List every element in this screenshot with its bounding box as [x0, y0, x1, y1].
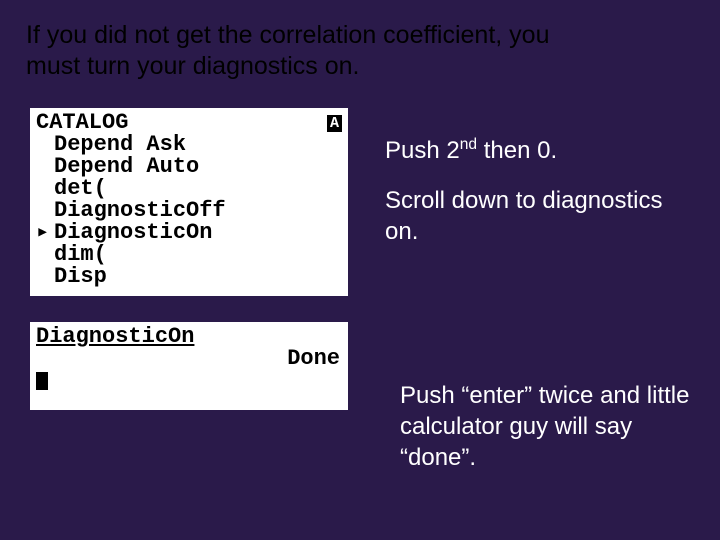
instruction-step-2: Scroll down to diagnostics on.	[385, 185, 695, 247]
instruction-step-1: Push 2nd then 0.	[385, 135, 695, 166]
catalog-item: Depend Auto	[54, 156, 199, 178]
calc-screen-catalog: CATALOG A Depend Ask Depend Auto det( Di…	[30, 108, 348, 296]
result-command: DiagnosticOn	[36, 326, 342, 348]
catalog-item: Depend Ask	[54, 134, 186, 156]
instruction-step-3: Push “enter” twice and little calculator…	[400, 380, 700, 474]
instr1-pre: Push 2	[385, 137, 460, 164]
catalog-item-selected: DiagnosticOn	[54, 222, 212, 244]
catalog-item: dim(	[54, 244, 107, 266]
catalog-item: det(	[54, 178, 107, 200]
instr1-sup: nd	[460, 136, 477, 153]
catalog-header: CATALOG	[36, 112, 128, 134]
cursor-icon	[36, 372, 48, 390]
calc-screen-result: DiagnosticOn Done	[30, 322, 348, 410]
catalog-tag: A	[327, 115, 342, 132]
slide-title: If you did not get the correlation coeff…	[26, 20, 586, 83]
catalog-item: Disp	[54, 266, 107, 288]
result-done: Done	[36, 348, 342, 370]
catalog-item: DiagnosticOff	[54, 200, 226, 222]
instr1-post: then 0.	[477, 137, 557, 164]
pointer-icon: ▸	[36, 222, 54, 244]
